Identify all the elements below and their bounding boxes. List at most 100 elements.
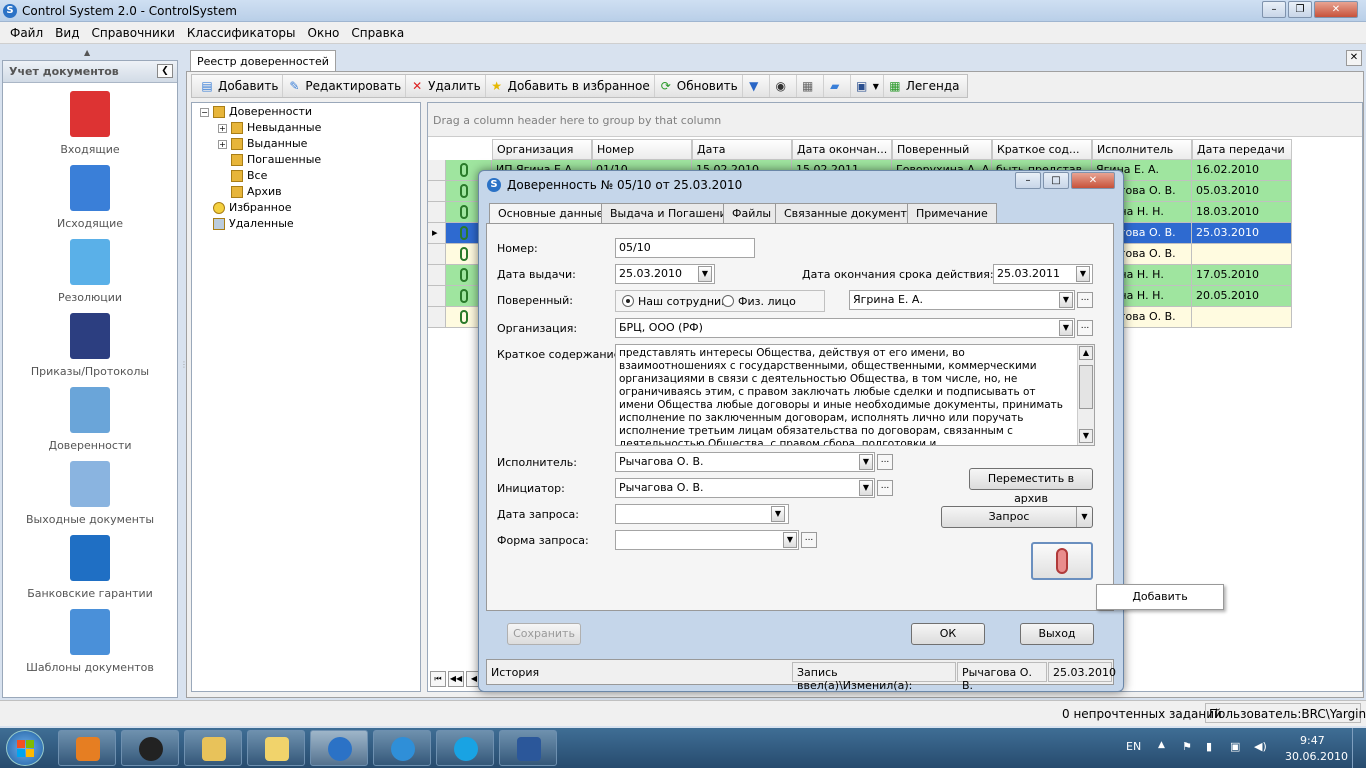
- tree-node[interactable]: + Невыданные: [218, 121, 321, 137]
- request-button[interactable]: Запрос ▼: [941, 506, 1093, 528]
- request-date-field[interactable]: [615, 504, 789, 524]
- radio-employee[interactable]: [622, 295, 634, 307]
- attach-button[interactable]: [1031, 542, 1093, 580]
- nav-item-3[interactable]: Приказы/Протоколы: [3, 313, 177, 378]
- request-form-field[interactable]: [615, 530, 799, 550]
- initiator-field[interactable]: Рычагова О. В.: [615, 478, 875, 498]
- column-header[interactable]: Поверенный: [892, 139, 992, 160]
- prev-page-button[interactable]: ◀◀: [448, 671, 464, 687]
- organization-field[interactable]: БРЦ, ООО (РФ): [615, 318, 1075, 338]
- menu-references[interactable]: Справочники: [85, 22, 180, 44]
- history-link[interactable]: История: [491, 666, 539, 679]
- request-form-ellipsis-button[interactable]: ...: [801, 532, 817, 548]
- column-header[interactable]: Дата: [692, 139, 792, 160]
- clock-date[interactable]: 30.06.2010: [1285, 750, 1348, 763]
- clock-time[interactable]: 9:47: [1300, 734, 1325, 747]
- expiry-date-dropdown[interactable]: ▼: [1076, 266, 1090, 282]
- nav-item-4[interactable]: Доверенности: [3, 387, 177, 452]
- tab-related-docs[interactable]: Связанные документы: [775, 203, 925, 224]
- refresh-button[interactable]: ⟳ Обновить: [655, 75, 743, 97]
- close-button[interactable]: ✕: [1314, 1, 1358, 18]
- menu-file[interactable]: Файл: [4, 22, 49, 44]
- tree-node[interactable]: Архив: [218, 185, 282, 201]
- network-icon[interactable]: ▣: [1230, 740, 1240, 753]
- tree-node[interactable]: − Доверенности: [200, 105, 312, 121]
- tree-node[interactable]: + Выданные: [218, 137, 307, 153]
- find-button[interactable]: ◉: [770, 75, 797, 97]
- tree-expander-icon[interactable]: +: [218, 123, 227, 133]
- edit-button[interactable]: ✎ Редактировать: [283, 75, 407, 97]
- move-to-archive-button[interactable]: Переместить в архив: [969, 468, 1093, 505]
- taskbar-hp[interactable]: [121, 730, 179, 766]
- show-hidden-icons[interactable]: ▲: [1158, 740, 1165, 750]
- tree-node[interactable]: Удаленные: [200, 217, 294, 233]
- dialog-maximize-button[interactable]: □: [1043, 172, 1069, 189]
- menu-window[interactable]: Окно: [302, 22, 346, 44]
- attorney-field[interactable]: Ягрина Е. А.: [849, 290, 1075, 310]
- maximize-button[interactable]: ❐: [1288, 1, 1312, 18]
- usb-icon[interactable]: ▮: [1206, 740, 1212, 753]
- nav-item-7[interactable]: Шаблоны документов: [3, 609, 177, 674]
- summary-scrollbar[interactable]: ▲ ▼: [1077, 345, 1094, 445]
- menu-view[interactable]: Вид: [49, 22, 85, 44]
- taskbar-control-system[interactable]: [310, 730, 368, 766]
- request-date-dropdown[interactable]: ▼: [771, 506, 785, 522]
- exit-button[interactable]: Выход: [1020, 623, 1094, 645]
- nav-item-6[interactable]: Банковские гарантии: [3, 535, 177, 600]
- executor-field[interactable]: Рычагова О. В.: [615, 452, 875, 472]
- add-favorite-button[interactable]: ★ Добавить в избранное: [486, 75, 655, 97]
- language-indicator[interactable]: EN: [1126, 740, 1141, 753]
- column-header[interactable]: Организация: [492, 139, 592, 160]
- tree-expander-icon[interactable]: −: [200, 107, 209, 117]
- dialog-close-button[interactable]: ✕: [1071, 172, 1115, 189]
- close-tab-button[interactable]: ✕: [1346, 50, 1362, 66]
- taskbar-explorer[interactable]: [184, 730, 242, 766]
- unread-tasks-status[interactable]: 0 непрочтенных заданий: [1062, 707, 1222, 721]
- attorney-dropdown[interactable]: ▼: [1059, 292, 1073, 308]
- executor-ellipsis-button[interactable]: ...: [877, 454, 893, 470]
- collapse-panel-button[interactable]: ❮: [157, 64, 173, 78]
- group-by-area[interactable]: Drag a column header here to group by th…: [428, 103, 1362, 137]
- taskbar-mail[interactable]: [247, 730, 305, 766]
- legend-button[interactable]: ▦ Легенда: [884, 75, 964, 97]
- add-button[interactable]: ▤ Добавить: [196, 75, 284, 97]
- first-record-button[interactable]: ⏮: [430, 671, 446, 687]
- ok-button[interactable]: ОК: [911, 623, 985, 645]
- organization-dropdown[interactable]: ▼: [1059, 320, 1073, 336]
- nav-item-2[interactable]: Резолюции: [3, 239, 177, 304]
- nav-item-1[interactable]: Исходящие: [3, 165, 177, 230]
- splitter-grip[interactable]: ⋮: [180, 360, 188, 380]
- volume-icon[interactable]: ◀): [1254, 740, 1267, 753]
- tab-issue-redemption[interactable]: Выдача и Погашение: [601, 203, 743, 224]
- menu-help[interactable]: Справка: [345, 22, 410, 44]
- tree-node[interactable]: Погашенные: [218, 153, 321, 169]
- tab-notes[interactable]: Примечание: [907, 203, 997, 224]
- transport-button[interactable]: ▰: [824, 75, 851, 97]
- menu-classifiers[interactable]: Классификаторы: [181, 22, 302, 44]
- radio-person[interactable]: [722, 295, 734, 307]
- column-header[interactable]: Дата окончан...: [792, 139, 892, 160]
- save-dropdown-button[interactable]: ▣ ▼: [851, 75, 884, 97]
- tab-files[interactable]: Файлы: [723, 203, 781, 224]
- flag-icon[interactable]: ⚑: [1182, 740, 1192, 753]
- taskbar-ie[interactable]: [373, 730, 431, 766]
- minimize-button[interactable]: –: [1262, 1, 1286, 18]
- add-popup-menu-item[interactable]: Добавить: [1096, 584, 1224, 610]
- column-header[interactable]: Номер: [592, 139, 692, 160]
- request-form-dropdown[interactable]: ▼: [783, 532, 797, 548]
- nav-item-0[interactable]: Входящие: [3, 91, 177, 156]
- request-dropdown-icon[interactable]: ▼: [1076, 507, 1092, 527]
- column-header[interactable]: Дата передачи: [1192, 139, 1292, 160]
- tab-power-of-attorney-registry[interactable]: Реестр доверенностей: [190, 50, 336, 72]
- summary-textarea[interactable]: представлять интересы Общества, действуя…: [615, 344, 1095, 446]
- dialog-minimize-button[interactable]: –: [1015, 172, 1041, 189]
- tab-main-data[interactable]: Основные данные: [489, 203, 613, 225]
- executor-dropdown[interactable]: ▼: [859, 454, 873, 470]
- show-desktop-button[interactable]: [1352, 728, 1366, 768]
- number-field[interactable]: 05/10: [615, 238, 755, 258]
- column-header[interactable]: Исполнитель: [1092, 139, 1192, 160]
- collapse-up-icon[interactable]: ▲: [84, 48, 90, 57]
- taskbar-word[interactable]: [499, 730, 557, 766]
- organization-ellipsis-button[interactable]: ...: [1077, 320, 1093, 336]
- attorney-ellipsis-button[interactable]: ...: [1077, 292, 1093, 308]
